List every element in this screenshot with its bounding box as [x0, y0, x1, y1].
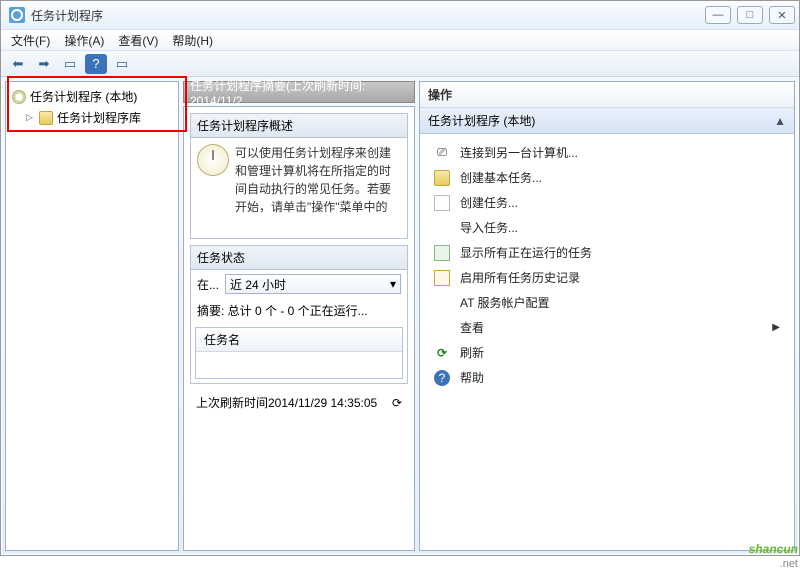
actions-subtitle[interactable]: 任务计划程序 (本地) ▲ — [420, 108, 794, 134]
status-row: 在... 近 24 小时 ▾ — [191, 270, 407, 298]
last-refresh-row: 上次刷新时间2014/11/29 14:35:05 ⟳ — [190, 390, 408, 415]
action-view[interactable]: 查看 ▶ — [420, 315, 794, 340]
toolbar-btn-1[interactable]: ▭ — [59, 54, 81, 74]
action-show-running[interactable]: 显示所有正在运行的任务 — [420, 240, 794, 265]
forward-button[interactable]: ➡ — [33, 54, 55, 74]
connect-icon: ⎚ — [434, 145, 450, 161]
maximize-button[interactable]: □ — [737, 6, 763, 24]
tree-library-label: 任务计划程序库 — [57, 109, 141, 126]
action-enable-history[interactable]: 启用所有任务历史记录 — [420, 265, 794, 290]
window-controls: — □ ✕ — [705, 6, 795, 24]
action-view-label: 查看 — [460, 319, 484, 336]
action-create-task-label: 创建任务... — [460, 194, 518, 211]
titlebar: 任务计划程序 — □ ✕ — [1, 1, 799, 29]
toolbar: ⬅ ➡ ▭ ? ▭ — [1, 51, 799, 77]
view-icon — [434, 320, 450, 336]
content-area: 任务计划程序 (本地) ▷ 任务计划程序库 任务计划程序摘要(上次刷新时间: 2… — [1, 77, 799, 555]
status-title: 任务状态 — [191, 246, 407, 270]
action-show-running-label: 显示所有正在运行的任务 — [460, 244, 592, 261]
at-service-icon — [434, 295, 450, 311]
action-refresh[interactable]: ⟳ 刷新 — [420, 340, 794, 365]
refresh-action-icon: ⟳ — [434, 345, 450, 361]
overview-clock-icon — [197, 144, 229, 176]
help-icon[interactable]: ? — [85, 54, 107, 74]
tree-library[interactable]: ▷ 任务计划程序库 — [10, 107, 174, 128]
middle-panel: 任务计划程序摘要(上次刷新时间: 2014/11/2 任务计划程序概述 可以使用… — [183, 81, 415, 551]
menu-action[interactable]: 操作(A) — [64, 32, 104, 49]
action-list: ⎚ 连接到另一台计算机... 创建基本任务... 创建任务... 导入任务... — [420, 134, 794, 550]
action-at-service-label: AT 服务帐户配置 — [460, 294, 550, 311]
menu-view[interactable]: 查看(V) — [118, 32, 158, 49]
action-import[interactable]: 导入任务... — [420, 215, 794, 240]
action-help[interactable]: ? 帮助 — [420, 365, 794, 390]
back-button[interactable]: ⬅ — [7, 54, 29, 74]
collapse-icon: ▲ — [774, 114, 786, 128]
menu-file[interactable]: 文件(F) — [11, 32, 50, 49]
watermark: shancun .net — [749, 540, 798, 570]
create-task-icon — [434, 195, 450, 211]
import-icon — [434, 220, 450, 236]
action-enable-history-label: 启用所有任务历史记录 — [460, 269, 580, 286]
show-running-icon — [434, 245, 450, 261]
task-list: 任务名 — [195, 327, 403, 379]
status-label: 在... — [197, 276, 219, 293]
folder-icon — [39, 111, 53, 125]
middle-body: 任务计划程序概述 可以使用任务计划程序来创建和管理计算机将在所指定的时间自动执行… — [183, 106, 415, 551]
window-frame: 任务计划程序 — □ ✕ 文件(F) 操作(A) 查看(V) 帮助(H) ⬅ ➡… — [0, 0, 800, 556]
status-summary: 摘要: 总计 0 个 - 0 个正在运行... — [191, 298, 407, 323]
history-icon — [434, 270, 450, 286]
submenu-arrow-icon: ▶ — [772, 322, 780, 333]
last-refresh-text: 上次刷新时间2014/11/29 14:35:05 — [196, 394, 377, 411]
help-action-icon: ? — [434, 370, 450, 386]
action-at-service[interactable]: AT 服务帐户配置 — [420, 290, 794, 315]
action-connect[interactable]: ⎚ 连接到另一台计算机... — [420, 140, 794, 165]
action-create-basic[interactable]: 创建基本任务... — [420, 165, 794, 190]
expand-icon[interactable]: ▷ — [26, 112, 35, 123]
action-create-basic-label: 创建基本任务... — [460, 169, 542, 186]
summary-header: 任务计划程序摘要(上次刷新时间: 2014/11/2 — [183, 81, 415, 103]
clock-icon — [12, 90, 26, 104]
chevron-down-icon: ▾ — [390, 277, 396, 291]
menu-help[interactable]: 帮助(H) — [172, 32, 213, 49]
action-refresh-label: 刷新 — [460, 344, 484, 361]
toolbar-btn-2[interactable]: ▭ — [111, 54, 133, 74]
actions-title: 操作 — [420, 82, 794, 108]
tree-root[interactable]: 任务计划程序 (本地) — [10, 86, 174, 107]
refresh-icon[interactable]: ⟳ — [392, 396, 402, 410]
actions-subtitle-label: 任务计划程序 (本地) — [428, 112, 535, 129]
actions-panel: 操作 任务计划程序 (本地) ▲ ⎚ 连接到另一台计算机... 创建基本任务..… — [419, 81, 795, 551]
overview-title: 任务计划程序概述 — [191, 114, 407, 138]
tree-root-label: 任务计划程序 (本地) — [30, 88, 137, 105]
close-button[interactable]: ✕ — [769, 6, 795, 24]
watermark-domain: .net — [749, 558, 798, 570]
window-title: 任务计划程序 — [31, 7, 103, 24]
menubar: 文件(F) 操作(A) 查看(V) 帮助(H) — [1, 29, 799, 51]
action-connect-label: 连接到另一台计算机... — [460, 144, 578, 161]
create-basic-icon — [434, 170, 450, 186]
tree-panel: 任务计划程序 (本地) ▷ 任务计划程序库 — [5, 81, 179, 551]
watermark-brand: shancun — [749, 542, 798, 556]
overview-section: 任务计划程序概述 可以使用任务计划程序来创建和管理计算机将在所指定的时间自动执行… — [190, 113, 408, 239]
overview-body: 可以使用任务计划程序来创建和管理计算机将在所指定的时间自动执行的常见任务。若要开… — [191, 138, 407, 238]
action-import-label: 导入任务... — [460, 219, 518, 236]
scheduler-icon — [9, 7, 25, 23]
action-create-task[interactable]: 创建任务... — [420, 190, 794, 215]
overview-text: 可以使用任务计划程序来创建和管理计算机将在所指定的时间自动执行的常见任务。若要开… — [235, 144, 401, 232]
minimize-button[interactable]: — — [705, 6, 731, 24]
status-select-value: 近 24 小时 — [230, 276, 286, 293]
status-select[interactable]: 近 24 小时 ▾ — [225, 274, 401, 294]
action-help-label: 帮助 — [460, 369, 484, 386]
status-section: 任务状态 在... 近 24 小时 ▾ 摘要: 总计 0 个 - 0 个正在运行… — [190, 245, 408, 384]
task-list-header[interactable]: 任务名 — [196, 328, 402, 352]
